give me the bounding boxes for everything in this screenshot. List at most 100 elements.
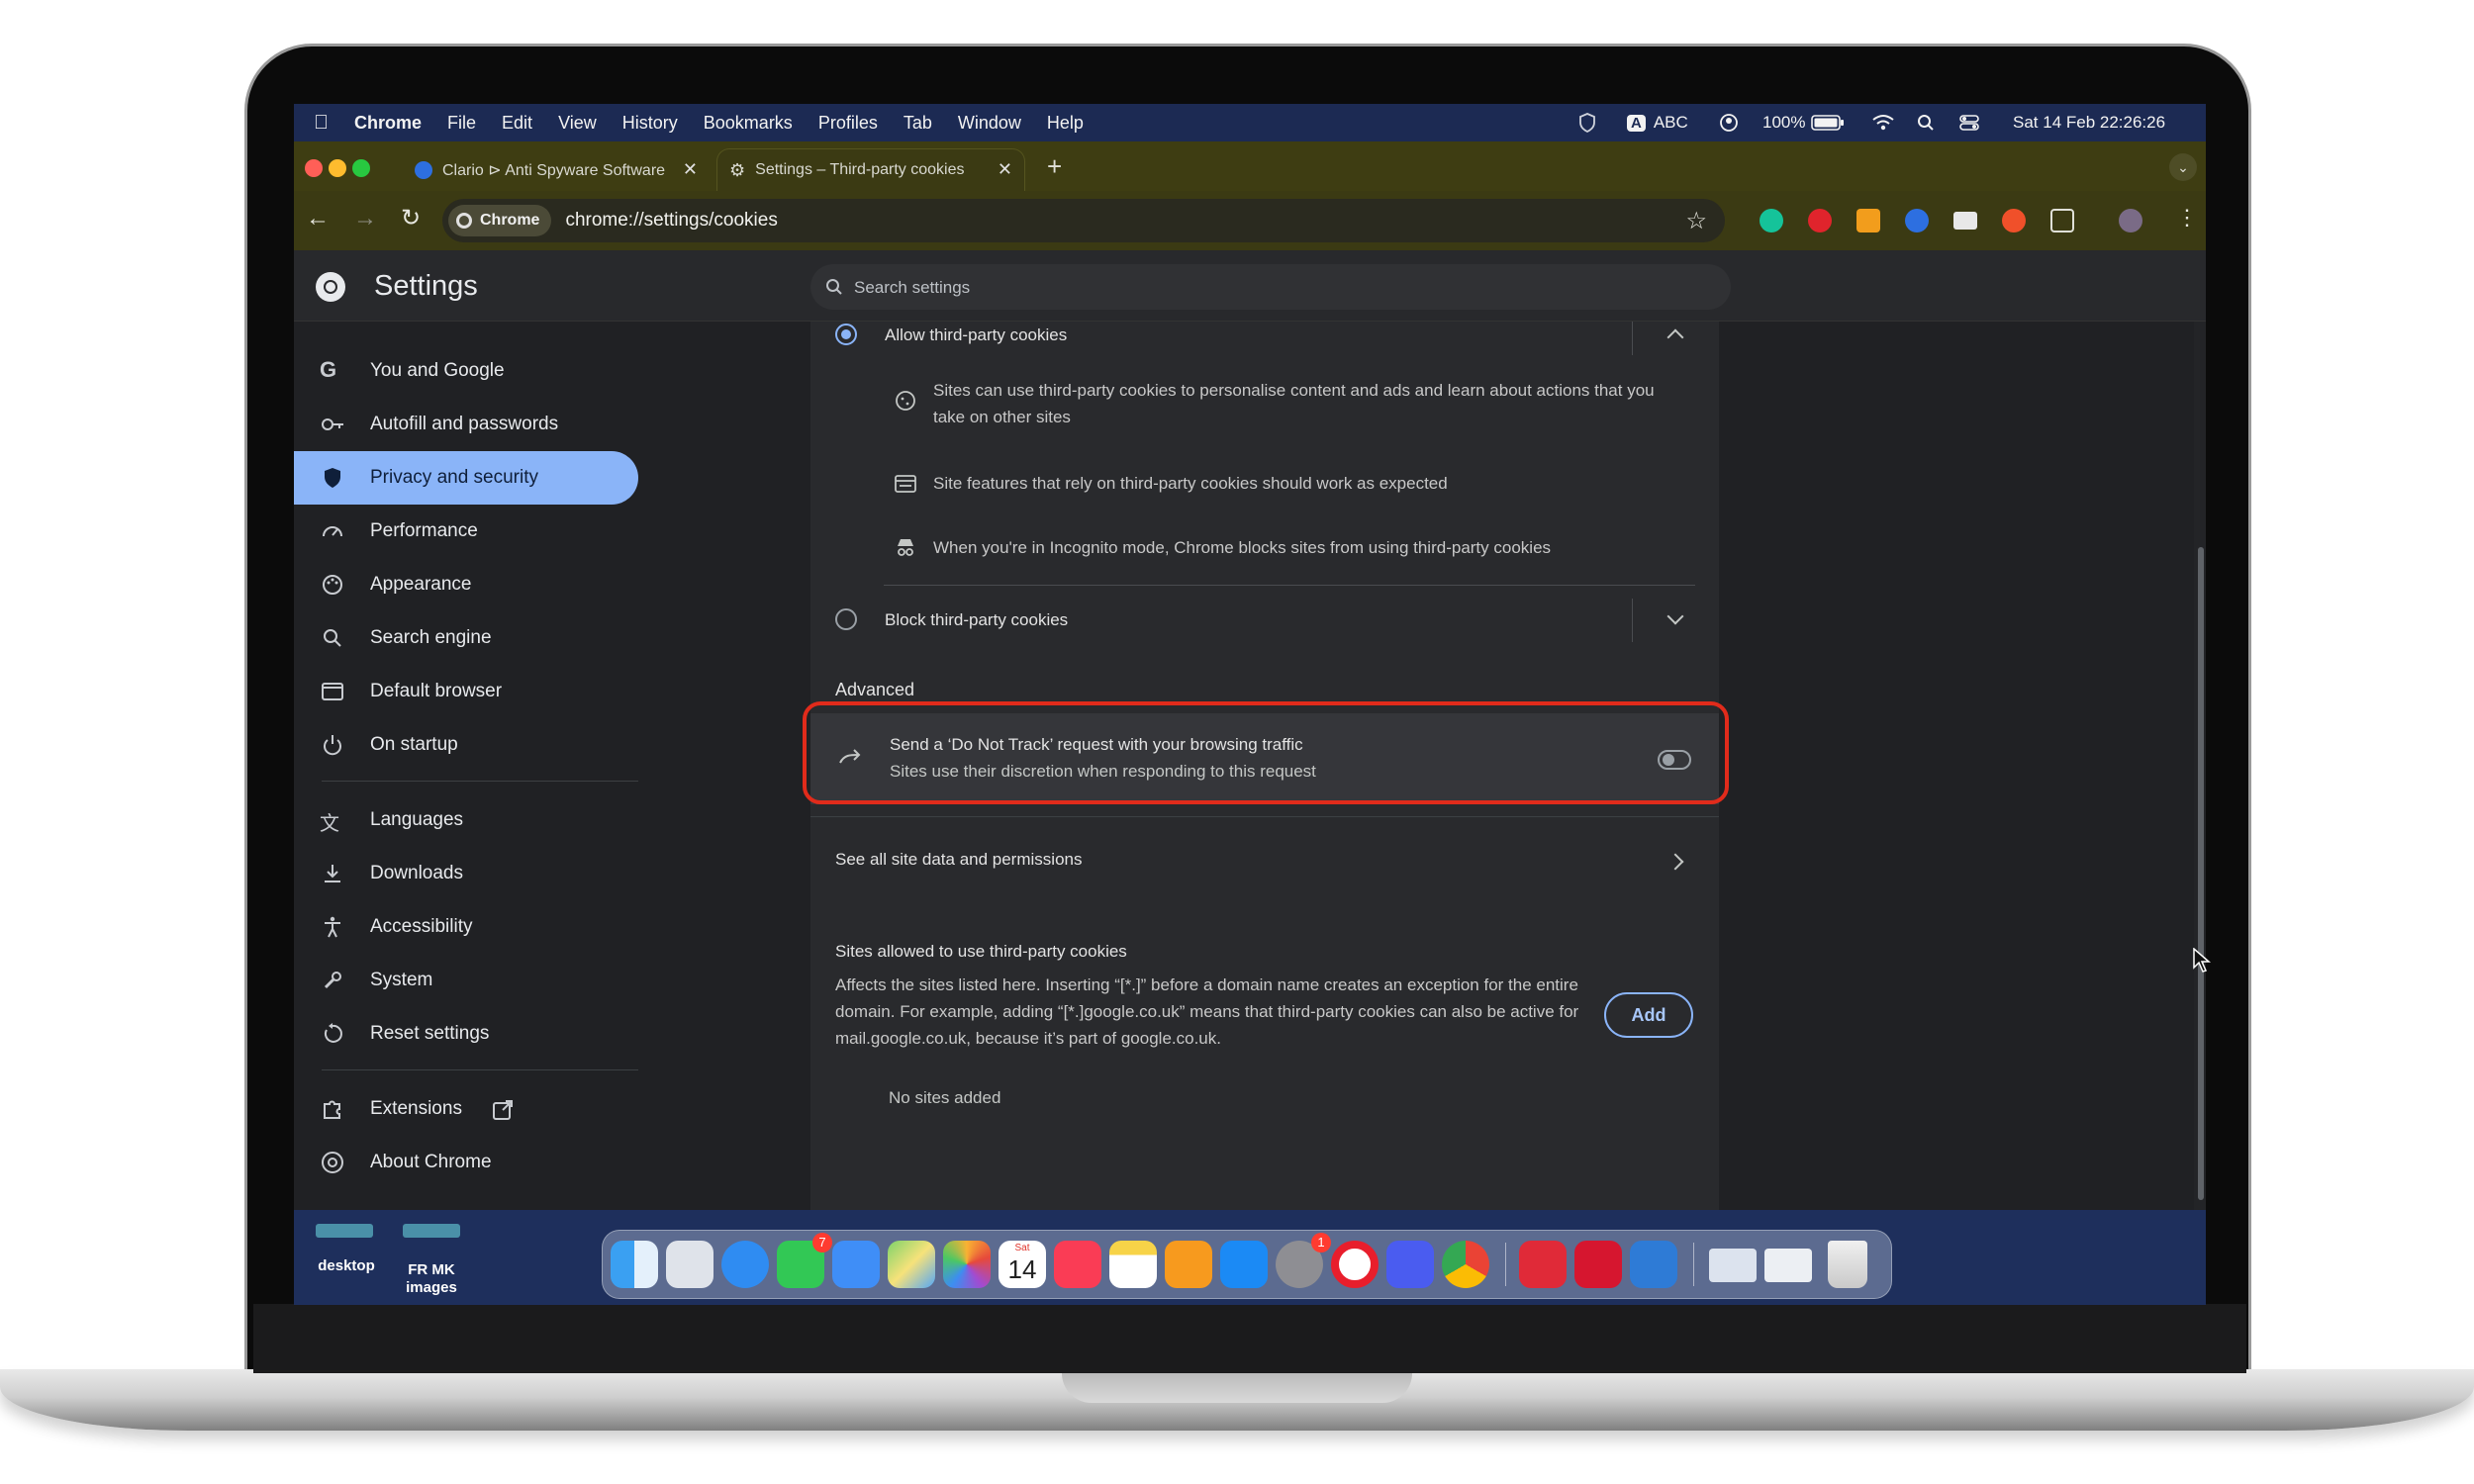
sidebar-item-performance[interactable]: Performance xyxy=(294,505,638,558)
accessibility-icon xyxy=(325,916,340,938)
sidebar-item-appearance[interactable]: Appearance xyxy=(294,558,638,611)
control-center-icon[interactable] xyxy=(1959,104,1979,141)
window-zoom-button[interactable] xyxy=(352,159,370,177)
grammarly-extension-icon[interactable] xyxy=(1760,209,1783,232)
menu-app-name[interactable]: Chrome xyxy=(354,113,422,134)
clario-extension-icon[interactable] xyxy=(1905,209,1929,232)
sidebar-item-reset-settings[interactable]: Reset settings xyxy=(294,1007,638,1061)
sidebar-item-extensions[interactable]: Extensions xyxy=(294,1082,638,1136)
menu-file[interactable]: File xyxy=(447,113,476,134)
spotlight-search-icon[interactable] xyxy=(1917,104,1935,141)
safari-icon[interactable] xyxy=(721,1241,769,1288)
option-divider xyxy=(884,585,1695,586)
sidebar-item-default-browser[interactable]: Default browser xyxy=(294,665,638,718)
desktop-folder-icon[interactable] xyxy=(316,1224,373,1238)
desktop-folder-label[interactable]: desktop xyxy=(312,1257,381,1274)
sidebar-item-about-chrome[interactable]: About Chrome xyxy=(294,1136,638,1189)
pages-icon[interactable] xyxy=(1165,1241,1212,1288)
new-tab-button[interactable]: + xyxy=(1047,151,1062,182)
sidebar-item-on-startup[interactable]: On startup xyxy=(294,718,638,772)
menu-help[interactable]: Help xyxy=(1047,113,1084,134)
adblock-plus-extension-icon[interactable] xyxy=(1808,209,1832,232)
security-app-icon[interactable] xyxy=(1519,1241,1567,1288)
tab-search-button[interactable]: ⌄ xyxy=(2169,153,2197,181)
notes-icon[interactable] xyxy=(1109,1241,1157,1288)
bookmark-star-icon[interactable]: ☆ xyxy=(1685,207,1707,235)
forward-arrow-icon[interactable]: → xyxy=(353,205,377,232)
opera-icon[interactable] xyxy=(1331,1241,1379,1288)
card-extension-icon[interactable] xyxy=(1953,212,1977,230)
chrome-dock-icon[interactable] xyxy=(1442,1241,1489,1288)
vpn-shield-icon[interactable] xyxy=(1578,104,1596,141)
menu-profiles[interactable]: Profiles xyxy=(818,113,878,134)
menu-edit[interactable]: Edit xyxy=(502,113,532,134)
menu-bookmarks[interactable]: Bookmarks xyxy=(704,113,793,134)
sidebar-item-autofill[interactable]: Autofill and passwords xyxy=(294,398,638,451)
wifi-icon[interactable] xyxy=(1871,104,1895,141)
reload-icon[interactable]: ↻ xyxy=(401,204,421,232)
site-chip-label: Chrome xyxy=(480,212,540,229)
sidebar-item-languages[interactable]: 文 Languages xyxy=(294,793,638,847)
allow-third-party-radio[interactable] xyxy=(835,324,857,345)
battery-status[interactable]: 100% xyxy=(1762,104,1845,141)
address-bar[interactable]: Chrome chrome://settings/cookies ☆ xyxy=(442,199,1725,242)
menu-history[interactable]: History xyxy=(622,113,678,134)
search-icon xyxy=(324,629,341,647)
trash-icon[interactable] xyxy=(1828,1241,1867,1288)
key-icon xyxy=(322,418,343,430)
antivirus-app-icon[interactable] xyxy=(1574,1241,1622,1288)
tab-settings[interactable]: ⚙ Settings – Third-party cookies ✕ xyxy=(717,149,1024,191)
window-minimize-button[interactable] xyxy=(329,159,346,177)
search-input[interactable]: Search settings xyxy=(810,264,1731,310)
fr-mk-images-folder-icon[interactable] xyxy=(403,1224,460,1238)
sidebar-item-you-and-google[interactable]: G You and Google xyxy=(294,344,638,398)
remote-app-icon[interactable] xyxy=(1386,1241,1434,1288)
more-menu-icon[interactable]: ⋮ xyxy=(2176,205,2198,231)
sidebar-item-label: Languages xyxy=(370,809,464,830)
scrollbar-thumb[interactable] xyxy=(2198,547,2204,1200)
back-arrow-icon[interactable]: ← xyxy=(306,205,330,232)
extensions-puzzle-icon[interactable] xyxy=(2050,209,2074,232)
sidebar-item-search-engine[interactable]: Search engine xyxy=(294,611,638,665)
app-store-icon[interactable] xyxy=(1220,1241,1268,1288)
menu-view[interactable]: View xyxy=(558,113,597,134)
sidebar-item-label: About Chrome xyxy=(370,1152,492,1172)
flame-extension-icon[interactable] xyxy=(2002,209,2026,232)
mail-icon[interactable] xyxy=(832,1241,880,1288)
calendar-icon[interactable]: Sat 14 xyxy=(999,1241,1046,1288)
document-stack-icon[interactable] xyxy=(1709,1249,1757,1282)
close-tab-icon[interactable]: ✕ xyxy=(998,159,1012,180)
photos-icon[interactable] xyxy=(943,1241,991,1288)
add-site-button[interactable]: Add xyxy=(1604,992,1693,1038)
sidebar-item-system[interactable]: System xyxy=(294,954,638,1007)
maps-icon[interactable] xyxy=(888,1241,935,1288)
finder-icon[interactable] xyxy=(611,1241,658,1288)
clock[interactable]: Sat 14 Feb 22:26:26 xyxy=(2013,104,2165,141)
tab-clario[interactable]: Clario ⊳ Anti Spyware Software ✕ xyxy=(403,149,710,191)
utility-app-icon[interactable] xyxy=(1630,1241,1677,1288)
chevron-up-icon[interactable] xyxy=(1666,328,1684,346)
sidebar-divider xyxy=(322,1069,638,1070)
profile-avatar[interactable] xyxy=(2119,209,2142,232)
launchpad-icon[interactable] xyxy=(666,1241,714,1288)
input-source-menu[interactable]: A ABC xyxy=(1627,104,1688,141)
sidebar-item-downloads[interactable]: Downloads xyxy=(294,847,638,900)
downloads-stack-icon[interactable] xyxy=(1764,1249,1812,1282)
block-third-party-radio[interactable] xyxy=(835,608,857,630)
calendar-day: 14 xyxy=(1007,1254,1037,1284)
menu-window[interactable]: Window xyxy=(958,113,1021,134)
chevron-down-icon[interactable] xyxy=(1666,607,1684,625)
sidebar-item-privacy-and-security[interactable]: Privacy and security xyxy=(294,451,638,505)
music-icon[interactable] xyxy=(1054,1241,1101,1288)
user-account-icon[interactable] xyxy=(1719,104,1739,141)
see-all-site-data-link[interactable]: See all site data and permissions xyxy=(810,824,1719,899)
site-info-chip[interactable]: Chrome xyxy=(448,205,552,236)
menu-tab[interactable]: Tab xyxy=(904,113,932,134)
url-text[interactable]: chrome://settings/cookies xyxy=(565,210,777,232)
close-tab-icon[interactable]: ✕ xyxy=(683,159,698,180)
apple-icon[interactable]:  xyxy=(314,112,329,135)
window-close-button[interactable] xyxy=(305,159,323,177)
amazon-assistant-extension-icon[interactable] xyxy=(1856,209,1880,232)
sidebar-item-accessibility[interactable]: Accessibility xyxy=(294,900,638,954)
fr-mk-images-folder-label[interactable]: FR MK images xyxy=(397,1261,466,1297)
